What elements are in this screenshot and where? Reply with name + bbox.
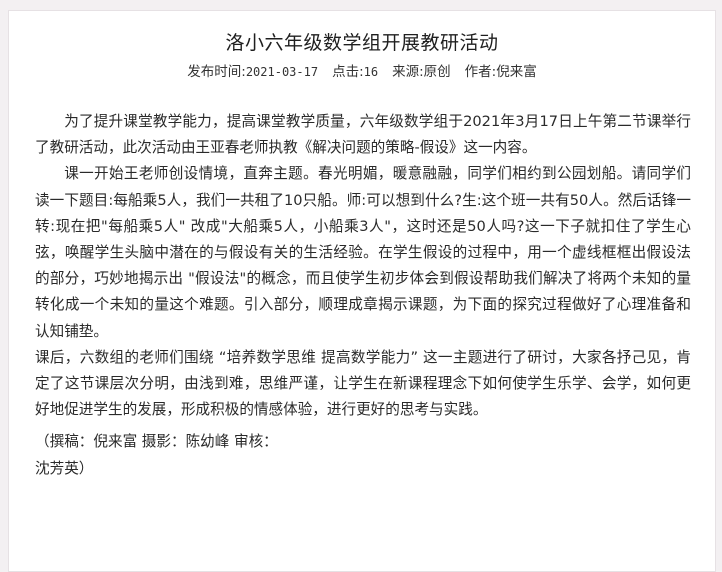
credit-tail: 沈芳英） <box>35 459 94 477</box>
author-value: 倪来富 <box>496 64 537 80</box>
article-page: 洛小六年级数学组开展教研活动 发布时间:2021-03-17 点击:16 来源:原创… <box>8 10 716 572</box>
paragraph: 课一开始王老师创设情境，直奔主题。春光明媚，暖意融融，同学们相约到公园划船。请同… <box>35 165 691 340</box>
source-value: 原创 <box>423 64 451 80</box>
clicks-count: 16 <box>363 65 379 79</box>
source-label: 来源: <box>392 64 424 80</box>
published-label: 发布时间: <box>187 64 246 80</box>
credit-line: （撰稿：倪来富 摄影：陈幼峰 审核： <box>35 433 278 451</box>
article-title: 洛小六年级数学组开展教研活动 <box>225 32 499 54</box>
article-meta: 发布时间:2021-03-17 点击:16 来源:原创 作者:倪来富 <box>9 63 715 81</box>
author-label: 作者: <box>464 64 497 80</box>
paragraph: 为了提升课堂教学能力，提高课堂教学质量，六年级数学组于2021年3月17日上午第… <box>35 113 691 157</box>
paragraph: 课后，六数组的老师们围绕 “培养数学思维 提高数学能力” 这一主题进行了研讨，大… <box>35 348 691 419</box>
clicks-label: 点击: <box>332 64 364 80</box>
article-body: 为了提升课堂教学能力，提高课堂教学质量，六年级数学组于2021年3月17日上午第… <box>35 109 691 482</box>
published-date: 2021-03-17 <box>245 65 319 79</box>
